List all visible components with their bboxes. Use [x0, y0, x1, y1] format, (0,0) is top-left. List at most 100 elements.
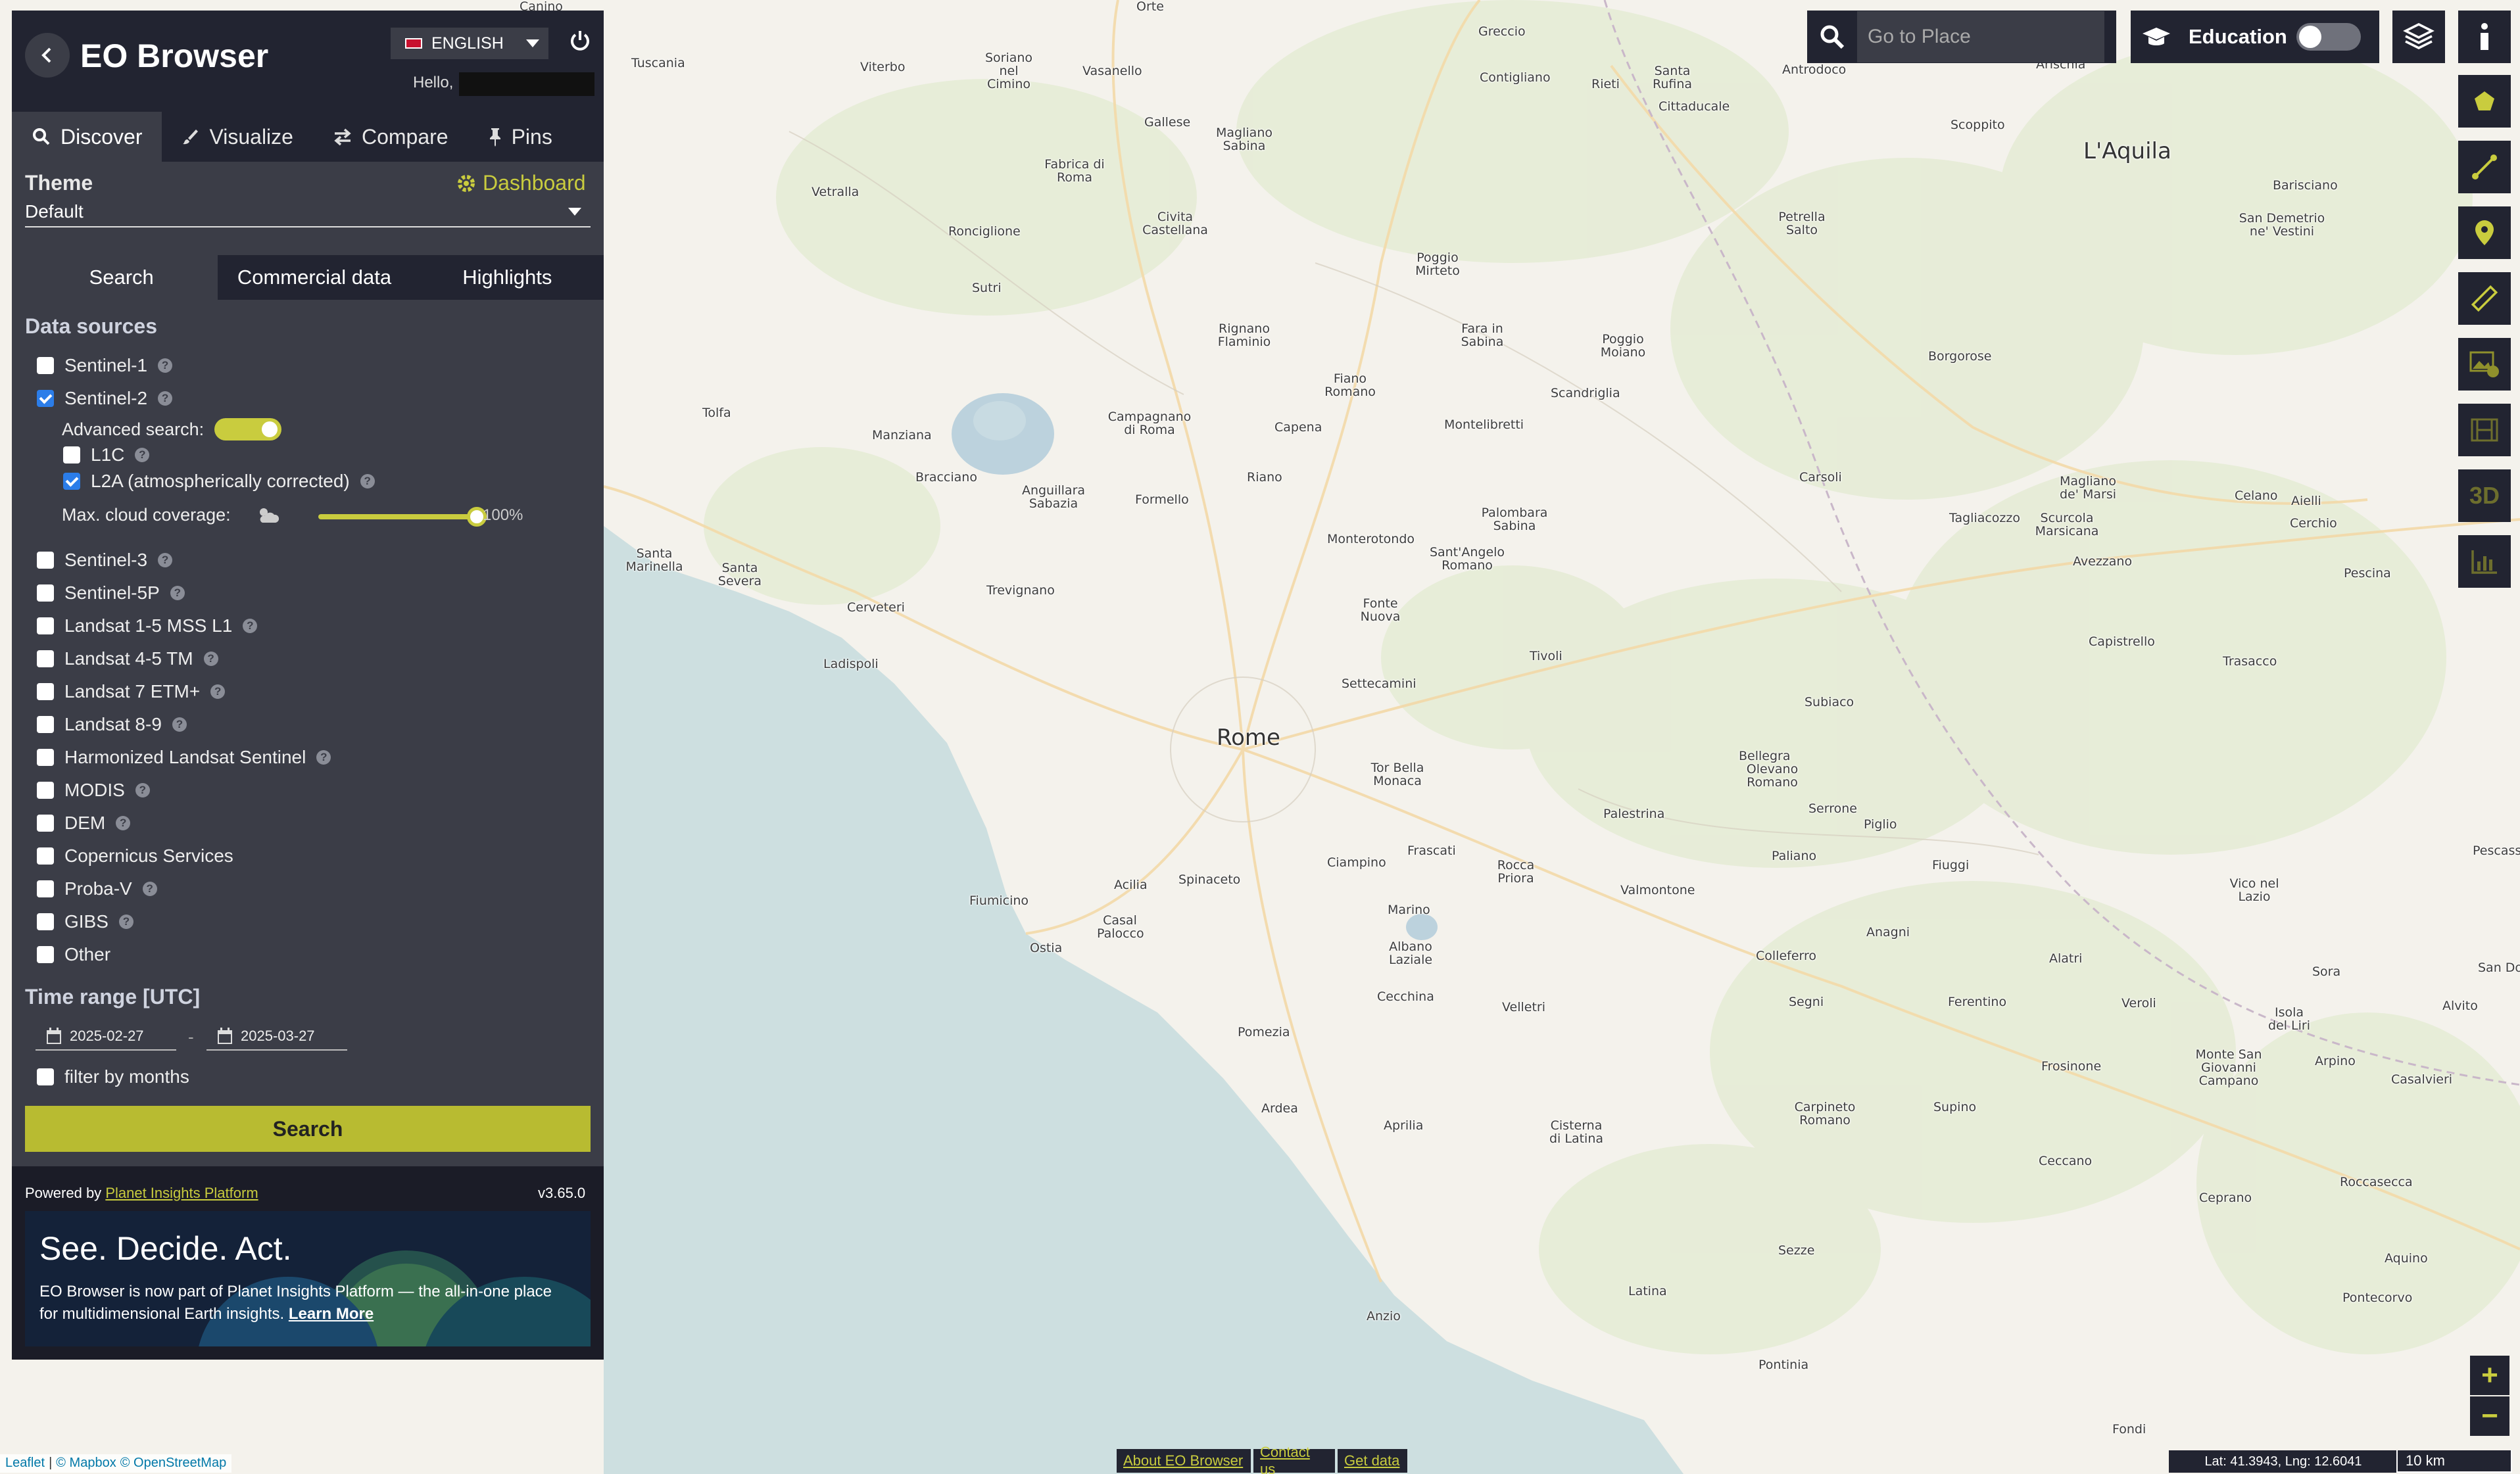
date-from-input[interactable]: 2025-02-27	[36, 1023, 176, 1051]
layers-button[interactable]	[2392, 11, 2445, 63]
place-search-input[interactable]: Go to Place	[1857, 11, 2104, 62]
zoom-out-button[interactable]: −	[2470, 1396, 2509, 1436]
filter-by-months[interactable]: filter by months	[37, 1066, 189, 1087]
help-icon[interactable]: ?	[158, 553, 173, 567]
checkbox[interactable]	[37, 880, 54, 897]
datasource-hls[interactable]: Harmonized Landsat Sentinel?	[37, 747, 331, 768]
statistics-button[interactable]	[2458, 535, 2511, 588]
3d-button[interactable]: 3D	[2458, 469, 2511, 522]
tab-visualize[interactable]: Visualize	[162, 112, 312, 162]
checkbox[interactable]	[37, 913, 54, 930]
learn-more-link[interactable]: Learn More	[289, 1305, 374, 1323]
datasource-sentinel-5p[interactable]: Sentinel-5P?	[37, 582, 185, 604]
datasource-sentinel-2[interactable]: Sentinel-2?	[37, 388, 173, 409]
datasource-landsat-1-5[interactable]: Landsat 1-5 MSS L1?	[37, 615, 258, 636]
cloud-coverage-slider[interactable]	[318, 507, 487, 527]
checkbox[interactable]	[37, 683, 54, 700]
datasource-landsat-4-5[interactable]: Landsat 4-5 TM?	[37, 648, 218, 669]
help-icon[interactable]: ?	[203, 652, 218, 666]
tab-pins[interactable]: Pins	[468, 112, 572, 162]
education-toggle[interactable]	[2296, 23, 2361, 51]
mapbox-link[interactable]: © Mapbox	[56, 1456, 116, 1471]
gear-icon	[458, 174, 475, 192]
help-icon[interactable]: ?	[142, 882, 157, 896]
language-selector[interactable]: ENGLISH	[391, 28, 548, 59]
place-marker-button[interactable]	[2458, 206, 2511, 259]
date-to-input[interactable]: 2025-03-27	[206, 1023, 347, 1051]
datasource-dem[interactable]: DEM?	[37, 813, 131, 834]
draw-line-button[interactable]	[2458, 141, 2511, 193]
checkbox[interactable]	[37, 357, 54, 374]
place-label: Cittaducale	[1659, 99, 1730, 114]
info-button[interactable]	[2458, 11, 2511, 63]
leaflet-link[interactable]: Leaflet	[5, 1456, 45, 1471]
image-download-button[interactable]	[2458, 338, 2511, 391]
timelapse-button[interactable]	[2458, 404, 2511, 456]
datasource-landsat-8-9[interactable]: Landsat 8-9?	[37, 714, 187, 735]
help-icon[interactable]: ?	[360, 474, 375, 488]
help-icon[interactable]: ?	[170, 586, 185, 600]
checkbox[interactable]	[37, 1068, 54, 1085]
help-icon[interactable]: ?	[172, 717, 187, 732]
datasource-gibs[interactable]: GIBS?	[37, 911, 133, 932]
help-icon[interactable]: ?	[316, 750, 331, 765]
help-icon[interactable]: ?	[158, 391, 173, 406]
checkbox[interactable]	[37, 847, 54, 865]
checkbox[interactable]	[37, 552, 54, 569]
checkbox[interactable]	[37, 584, 54, 602]
checkbox-checked[interactable]	[37, 390, 54, 407]
help-icon[interactable]: ?	[243, 619, 258, 633]
help-icon[interactable]: ?	[210, 684, 226, 699]
datasource-proba-v[interactable]: Proba-V?	[37, 878, 157, 899]
datasource-sentinel-1[interactable]: Sentinel-1?	[37, 355, 173, 376]
datasource-sentinel-3[interactable]: Sentinel-3?	[37, 550, 173, 571]
datasource-modis[interactable]: MODIS?	[37, 780, 150, 801]
place-label: Carsoli	[1799, 470, 1842, 485]
zoom-in-button[interactable]: +	[2470, 1356, 2509, 1395]
checkbox[interactable]	[37, 946, 54, 963]
checkbox[interactable]	[37, 749, 54, 766]
help-icon[interactable]: ?	[158, 358, 173, 373]
place-label: Riano	[1247, 470, 1282, 485]
draw-area-button[interactable]	[2458, 75, 2511, 128]
level-l1c[interactable]: L1C?	[63, 444, 150, 465]
dashboard-link[interactable]: Dashboard	[456, 171, 586, 195]
get-data-link[interactable]: Get data	[1338, 1449, 1407, 1473]
collapse-button[interactable]	[25, 33, 70, 78]
search-button[interactable]: Search	[25, 1106, 591, 1152]
advanced-search-toggle[interactable]	[214, 418, 282, 440]
help-icon[interactable]: ?	[116, 816, 131, 830]
subtab-search[interactable]: Search	[25, 255, 218, 300]
level-l2a[interactable]: L2A (atmospherically corrected)?	[63, 471, 375, 492]
tab-discover[interactable]: Discover	[12, 112, 162, 162]
checkbox[interactable]	[63, 446, 80, 464]
platform-link[interactable]: Planet Insights Platform	[105, 1185, 258, 1201]
checkbox[interactable]	[37, 815, 54, 832]
logout-button[interactable]	[568, 29, 592, 56]
place-label: Campagnano di Roma	[1107, 410, 1192, 437]
checkbox[interactable]	[37, 617, 54, 634]
osm-link[interactable]: © OpenStreetMap	[120, 1456, 226, 1471]
checkbox-checked[interactable]	[63, 473, 80, 490]
datasource-landsat-7[interactable]: Landsat 7 ETM+?	[37, 681, 226, 702]
about-link[interactable]: About EO Browser	[1117, 1449, 1251, 1473]
place-label: Viterbo	[860, 60, 906, 74]
measure-button[interactable]	[2458, 272, 2511, 325]
place-label: Ronciglione	[948, 224, 1021, 239]
subtab-highlights[interactable]: Highlights	[411, 255, 604, 300]
place-label: Tivoli	[1530, 649, 1563, 663]
help-icon[interactable]: ?	[118, 915, 133, 929]
checkbox[interactable]	[37, 782, 54, 799]
search-button[interactable]	[1807, 24, 1857, 50]
checkbox[interactable]	[37, 716, 54, 733]
theme-select[interactable]: Default	[25, 201, 591, 227]
subtab-commercial-data[interactable]: Commercial data	[218, 255, 410, 300]
datasource-copernicus-services[interactable]: Copernicus Services	[37, 845, 233, 867]
checkbox[interactable]	[37, 650, 54, 667]
datasource-other[interactable]: Other	[37, 944, 110, 965]
place-label: Latina	[1628, 1284, 1667, 1298]
contact-link[interactable]: Contact us	[1253, 1444, 1335, 1474]
help-icon[interactable]: ?	[135, 448, 150, 462]
help-icon[interactable]: ?	[135, 783, 150, 797]
tab-compare[interactable]: Compare	[313, 112, 468, 162]
